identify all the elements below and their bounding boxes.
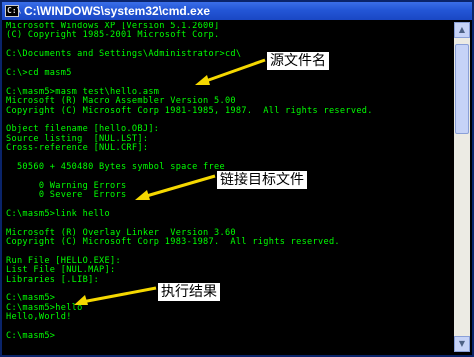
yellow-arrow-icon [135,174,216,200]
annotation-source-file: 源文件名 [193,52,329,88]
console-app-icon: C:\ [5,5,22,17]
console-line: Cross-reference [NUL.CRF]: [6,143,149,154]
vertical-scrollbar[interactable]: ▲ ▼ [454,22,470,352]
console-line: (C) Copyright 1985-2001 Microsoft Corp. [6,30,220,41]
annotation-label-run-result: 执行结果 [158,283,220,301]
annotation-label-link-target: 链接目标文件 [217,171,307,189]
scrollbar-thumb[interactable] [455,44,469,134]
yellow-arrow-icon [74,286,157,305]
console-line: C:\masm5> [6,330,56,341]
console-line: C:\masm5>link hello [6,208,111,219]
console-line: Copyright (C) Microsoft Corp 1981-1985, … [6,105,373,116]
scroll-up-arrow-icon[interactable]: ▲ [454,22,470,38]
console-line: Hello,World! [6,312,72,323]
annotation-run-result: 执行结果 [72,283,220,310]
annotation-link-target: 链接目标文件 [133,171,307,202]
window-title: C:\WINDOWS\system32\cmd.exe [24,4,211,18]
console-line: Copyright (C) Microsoft Corp 1983-1987. … [6,236,340,247]
title-bar[interactable]: C:\ C:\WINDOWS\system32\cmd.exe [2,2,472,20]
scroll-down-arrow-icon[interactable]: ▼ [454,336,470,352]
yellow-arrow-icon [195,58,266,85]
annotation-label-source-file: 源文件名 [267,52,329,70]
